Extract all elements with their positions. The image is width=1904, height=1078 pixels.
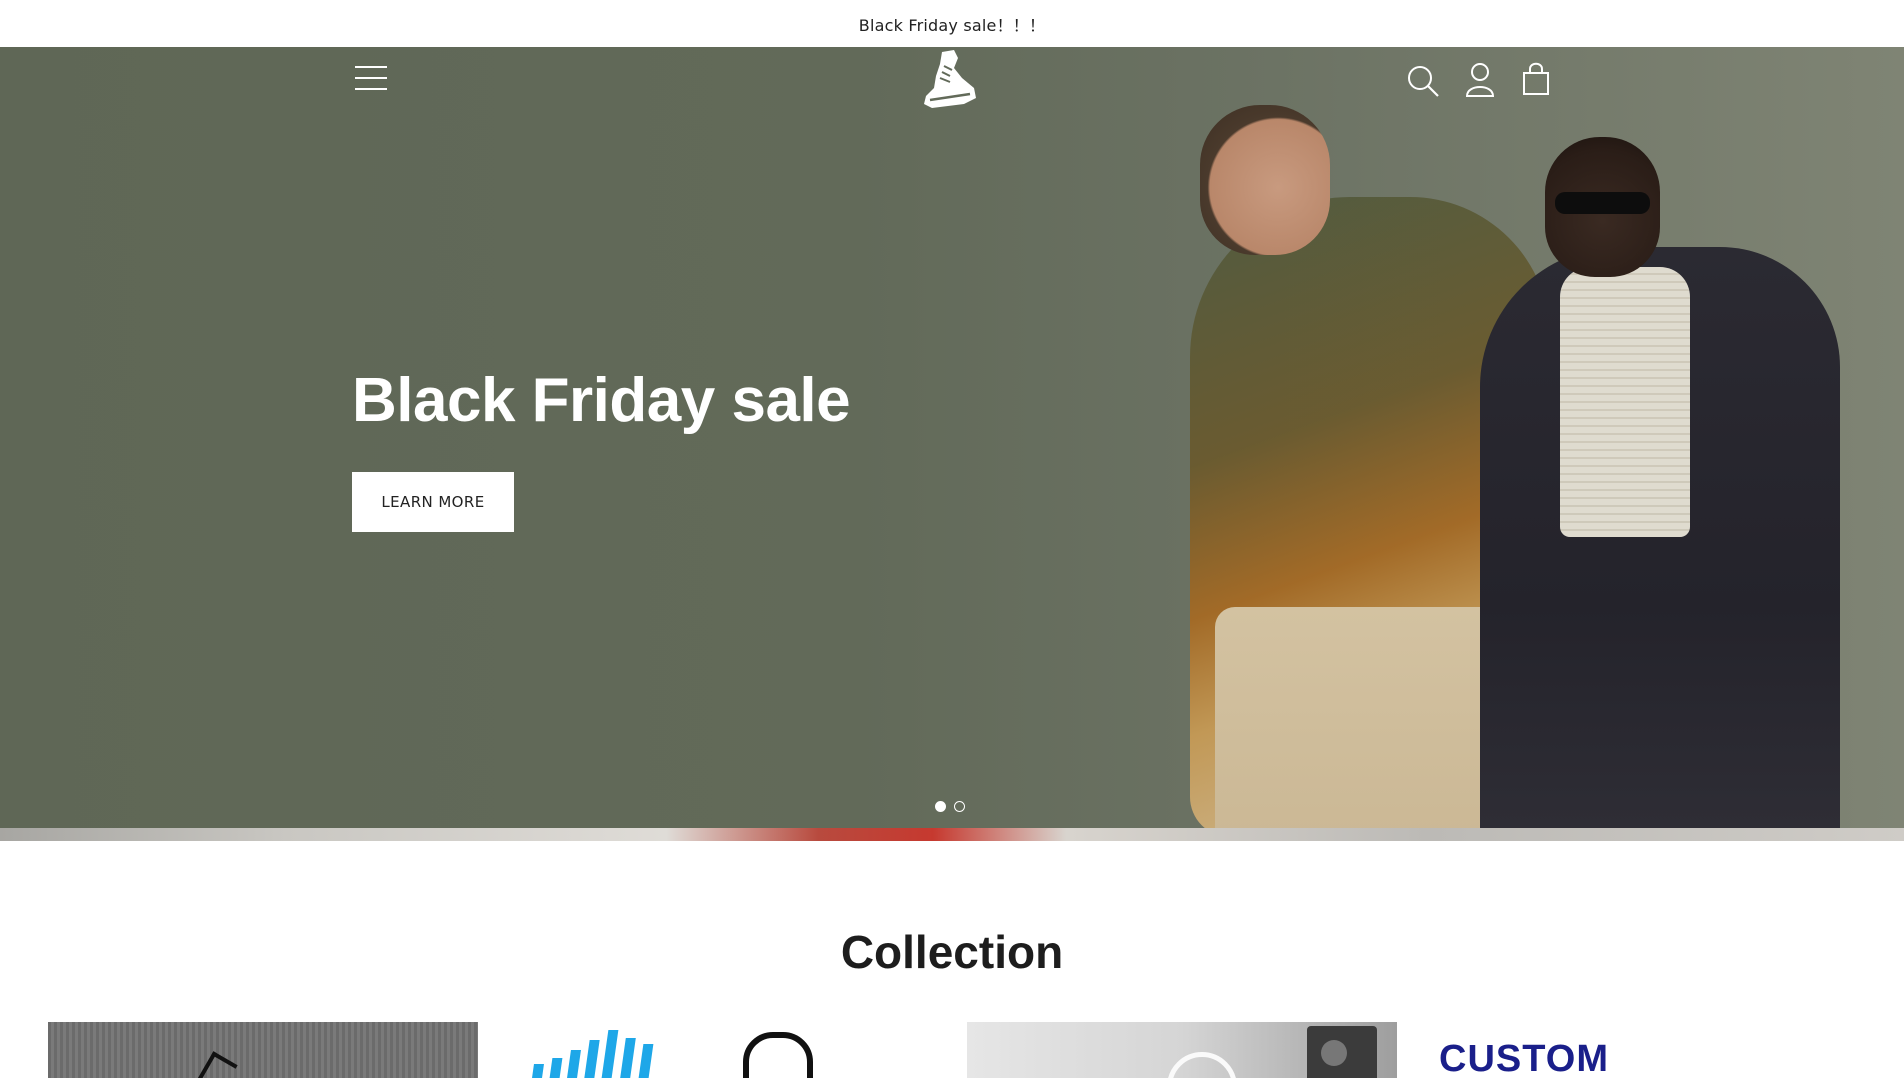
boombox-image — [1307, 1026, 1377, 1078]
shoelace-image — [743, 1032, 813, 1078]
shoe-image — [196, 1051, 238, 1078]
collection-card-4[interactable]: CUSTOM — [1408, 1022, 1838, 1078]
hero-model-1-head — [1200, 105, 1330, 255]
hero-model-1-trousers — [1215, 607, 1515, 828]
collection-grid: CUSTOM — [48, 1022, 1856, 1078]
hero-banner — [0, 47, 1904, 828]
slide-dot-2[interactable] — [954, 801, 965, 812]
search-icon[interactable] — [1406, 64, 1440, 98]
account-icon[interactable] — [1465, 62, 1495, 98]
sneaker-logo-icon[interactable] — [920, 48, 980, 114]
collection-card-1[interactable] — [48, 1022, 478, 1078]
announcement-text: Black Friday sale！！！ — [858, 15, 1046, 35]
menu-icon[interactable] — [355, 66, 387, 92]
hero-title: Black Friday sale — [352, 366, 851, 435]
hero-model-2-sunglasses — [1555, 192, 1650, 214]
custom-label: CUSTOM — [1439, 1038, 1609, 1078]
slideshow-dots — [935, 801, 965, 812]
sneaker-image — [1167, 1052, 1237, 1078]
cart-bag-icon[interactable] — [1522, 62, 1550, 96]
slide-dot-1[interactable] — [935, 801, 946, 812]
collection-title: Collection — [840, 926, 1064, 978]
collection-card-2[interactable] — [478, 1022, 908, 1078]
brand-logo-bars — [532, 1030, 654, 1078]
collection-card-3[interactable] — [967, 1022, 1397, 1078]
announcement-bar: Black Friday sale！！！ — [0, 0, 1904, 47]
hero-model-2-shirt — [1560, 267, 1690, 537]
learn-more-button[interactable]: LEARN MORE — [352, 472, 514, 532]
next-slide-preview-strip — [0, 828, 1904, 841]
